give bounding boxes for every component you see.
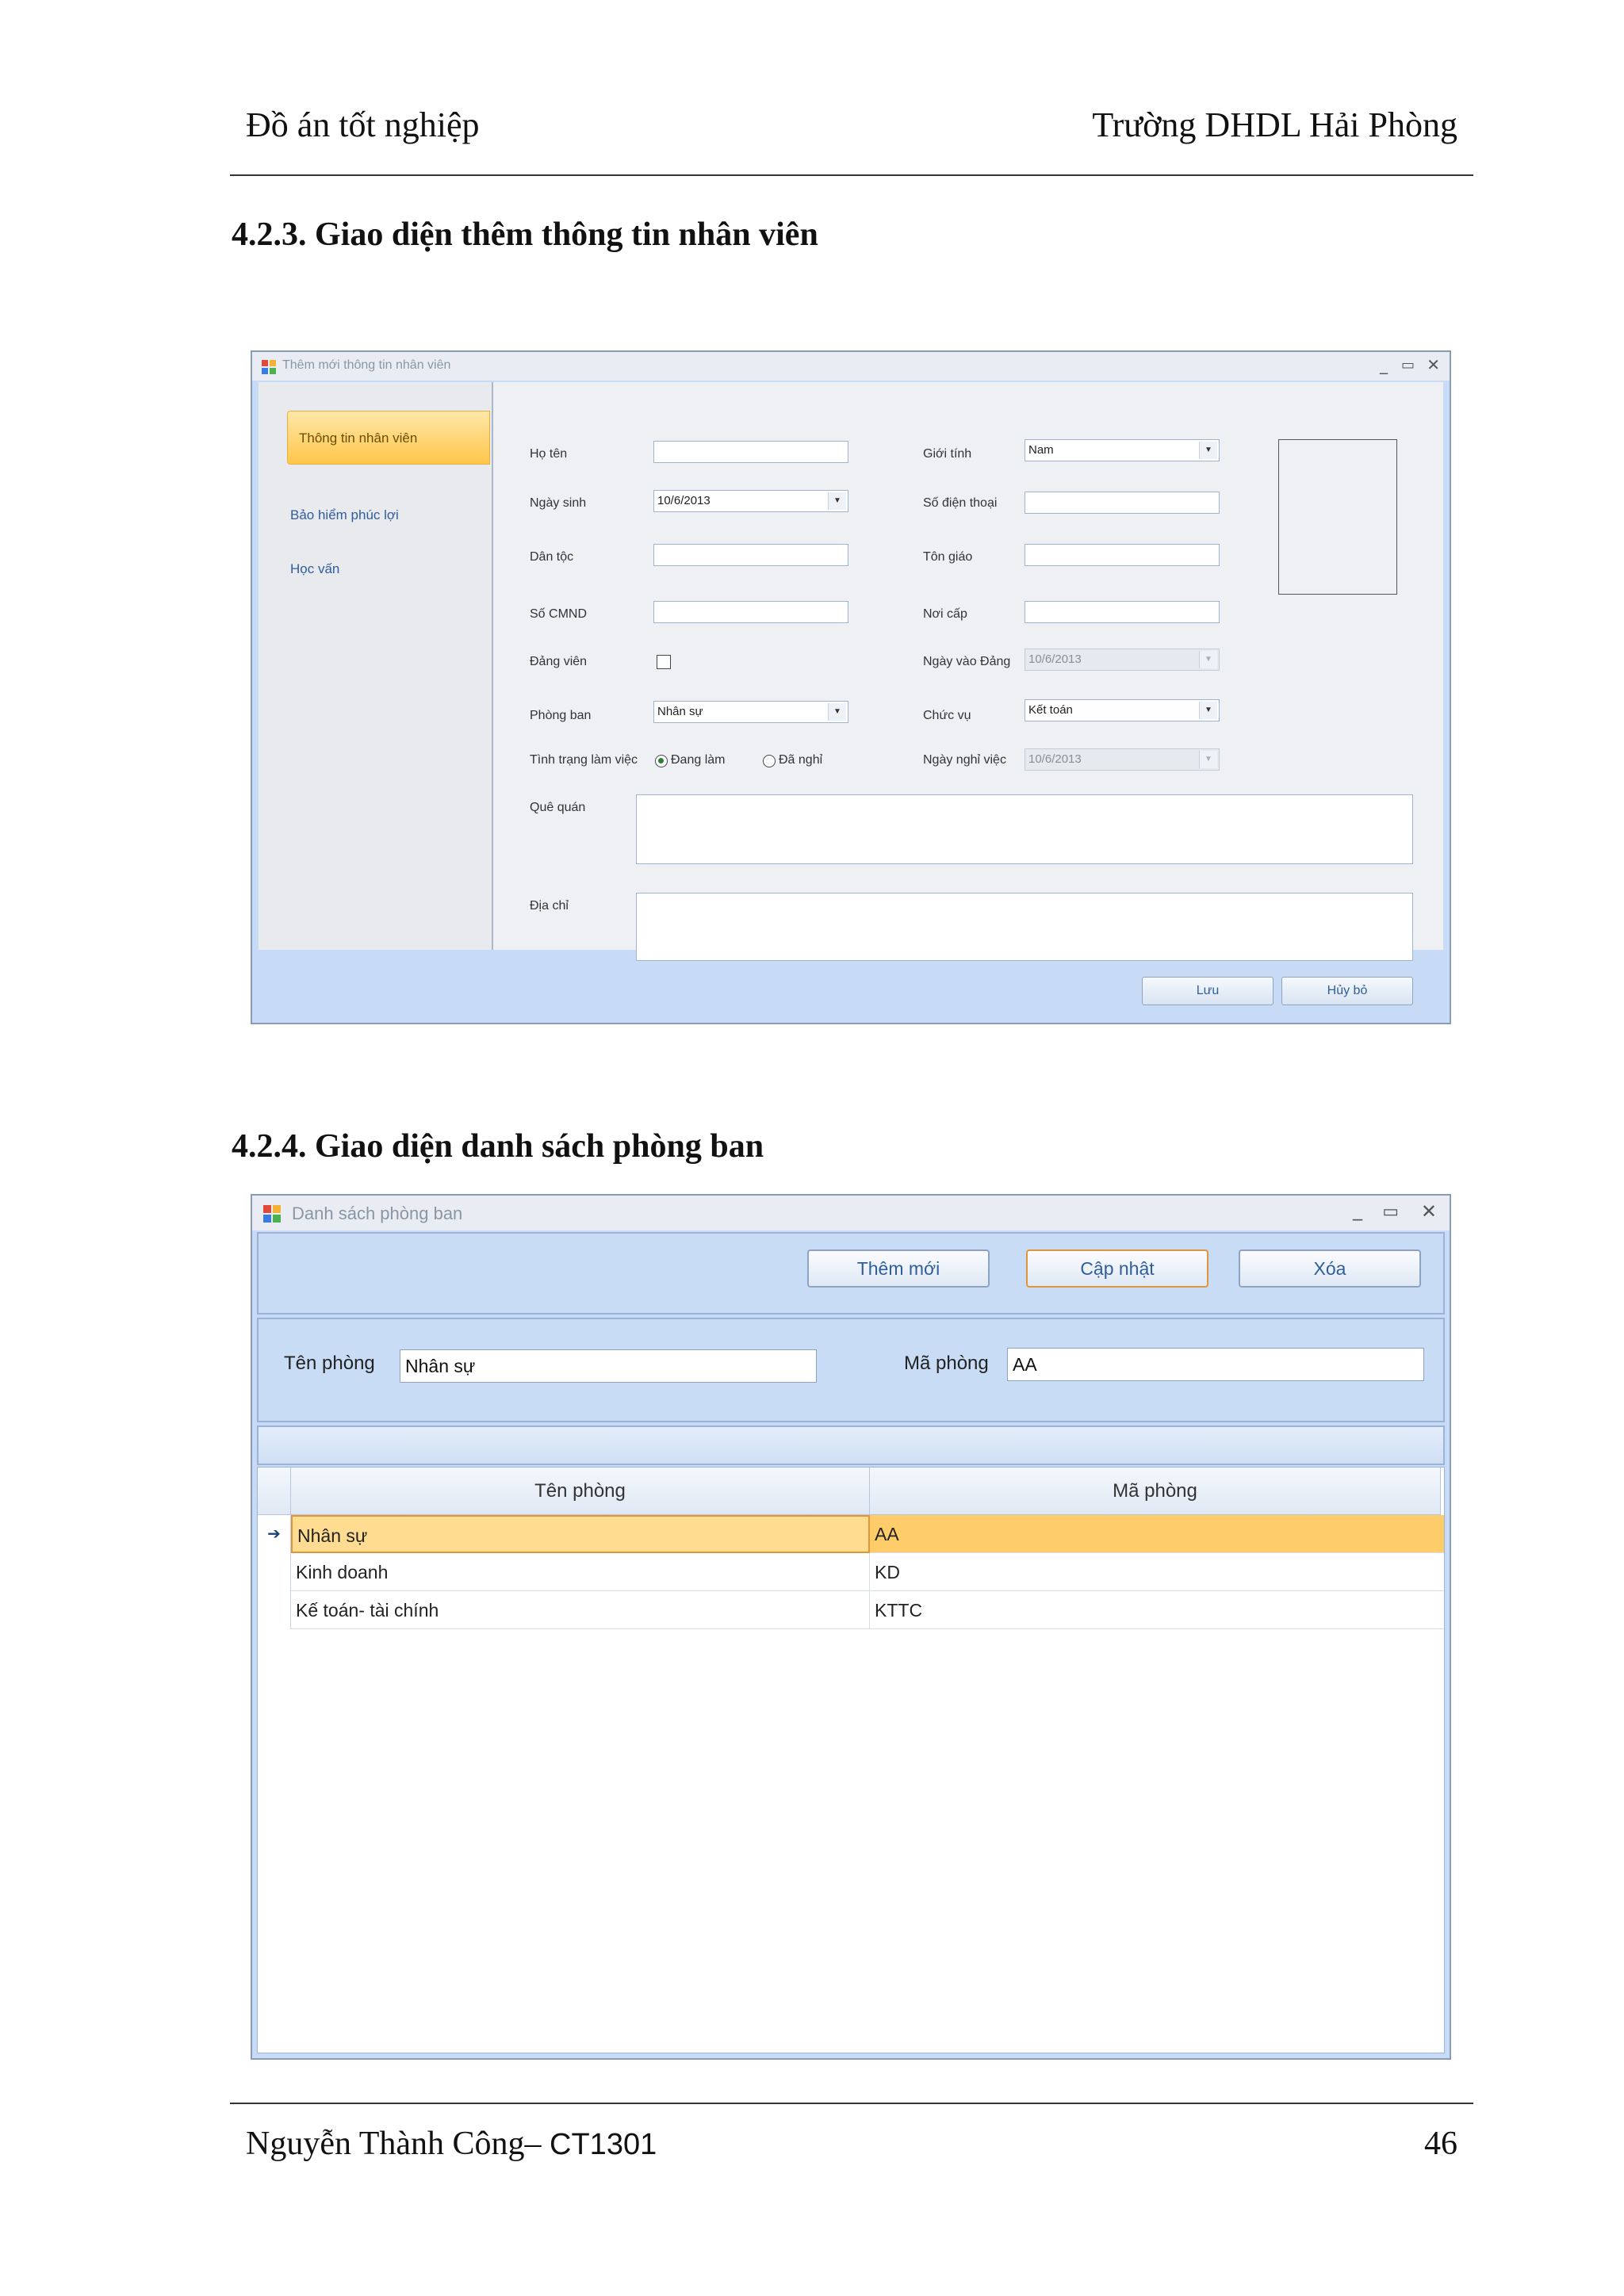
chuc-vu-select[interactable]: Kết toán ▼	[1025, 699, 1220, 721]
row-header	[258, 1591, 291, 1629]
maximize-icon[interactable]: ▭	[1382, 1202, 1399, 1222]
label-noi-cap: Nơi cấp	[923, 607, 967, 621]
current-row-arrow-icon: ➔	[258, 1515, 291, 1553]
noi-cap-input[interactable]	[1025, 601, 1220, 623]
table-row[interactable]: Kế toán- tài chính KTTC	[258, 1591, 1444, 1629]
ngay-sinh-picker[interactable]: 10/6/2013 ▼	[653, 490, 848, 512]
label-ngay-vao-dang: Ngày vào Đảng	[923, 655, 1011, 668]
department-grid[interactable]: Tên phòng Mã phòng ➔ Nhân sự AA Kinh doa…	[257, 1467, 1445, 2053]
row-header	[258, 1553, 291, 1591]
dropdown-arrow-icon[interactable]: ▼	[1199, 651, 1217, 668]
label-tinh-trang: Tình trạng làm việc	[530, 753, 638, 767]
label-ho-ten: Họ tên	[530, 447, 568, 461]
dia-chi-textarea[interactable]	[636, 893, 1413, 961]
column-header-ten-phong[interactable]: Tên phòng	[291, 1468, 870, 1515]
phong-ban-select[interactable]: Nhân sự ▼	[653, 701, 848, 723]
que-quan-textarea[interactable]	[636, 794, 1413, 864]
dropdown-arrow-icon[interactable]: ▼	[828, 703, 846, 721]
label-phong-ban: Phòng ban	[530, 709, 592, 722]
cell-ten-phong[interactable]: Nhân sự	[291, 1515, 870, 1553]
dropdown-arrow-icon[interactable]: ▼	[1199, 751, 1217, 768]
so-cmnd-input[interactable]	[653, 601, 848, 623]
label-dang-vien: Đảng viên	[530, 655, 588, 668]
cell-ma-phong[interactable]: KD	[870, 1553, 1441, 1591]
cell-ma-phong[interactable]: KTTC	[870, 1591, 1441, 1629]
edit-panel: Tên phòng Nhân sự Mã phòng AA	[257, 1318, 1445, 1422]
class-code: CT1301	[550, 2128, 657, 2161]
sidebar-item-thong-tin[interactable]: Thông tin nhân viên	[287, 411, 490, 465]
xoa-button[interactable]: Xóa	[1239, 1249, 1421, 1288]
label-chuc-vu: Chức vụ	[923, 709, 971, 722]
sidebar-item-bao-hiem[interactable]: Bảo hiểm phúc lợi	[290, 507, 399, 523]
dropdown-arrow-icon[interactable]: ▼	[1199, 702, 1217, 719]
header-right: Trường DHDL Hải Phòng	[1092, 105, 1457, 144]
ma-phong-label: Mã phòng	[904, 1353, 989, 1374]
employee-photo[interactable]	[1278, 439, 1397, 595]
employee-form-window: Thêm mới thông tin nhân viên _ ▭ ✕ Thông…	[251, 350, 1451, 1024]
label-so-dien-thoai: Số điện thoại	[923, 496, 998, 510]
ho-ten-input[interactable]	[653, 441, 848, 463]
dang-vien-checkbox[interactable]	[657, 655, 671, 669]
window-title: Danh sách phòng ban	[292, 1203, 463, 1223]
dang-lam-label: Đang làm	[671, 753, 726, 767]
luu-button[interactable]: Lưu	[1142, 977, 1274, 1005]
form-content: Thông tin nhân viên Bảo hiểm phúc lợi Họ…	[259, 382, 1443, 961]
ten-phong-label: Tên phòng	[284, 1353, 375, 1374]
dropdown-arrow-icon[interactable]: ▼	[1199, 442, 1217, 459]
header-left: Đồ án tốt nghiệp	[246, 105, 480, 144]
minimize-icon[interactable]: _	[1380, 355, 1388, 374]
close-icon[interactable]: ✕	[1427, 355, 1440, 374]
section-title-4-2-3: 4.2.3. Giao diện thêm thông tin nhân viê…	[232, 216, 818, 253]
author-name: Nguyễn Thành Công–	[246, 2126, 542, 2162]
maximize-icon[interactable]: ▭	[1401, 357, 1415, 373]
window-titlebar: Danh sách phòng ban _ ▭ ✕	[252, 1196, 1450, 1230]
ten-phong-input[interactable]: Nhân sự	[400, 1349, 817, 1383]
cell-ten-phong[interactable]: Kế toán- tài chính	[291, 1591, 870, 1629]
label-dia-chi: Địa chỉ	[530, 899, 569, 913]
label-ton-giao: Tôn giáo	[923, 550, 973, 564]
cell-ma-phong[interactable]: AA	[870, 1515, 1441, 1553]
section-title-4-2-4: 4.2.4. Giao diện danh sách phòng ban	[232, 1128, 764, 1165]
footer-author: Nguyễn Thành Công– CT1301	[246, 2125, 657, 2163]
dan-toc-input[interactable]	[653, 544, 848, 566]
ngay-vao-dang-picker[interactable]: 10/6/2013 ▼	[1025, 649, 1220, 671]
sidebar: Thông tin nhân viên Bảo hiểm phúc lợi Họ…	[259, 382, 493, 950]
huy-bo-button[interactable]: Hủy bỏ	[1281, 977, 1413, 1005]
da-nghi-radio[interactable]	[763, 755, 776, 767]
cap-nhat-button[interactable]: Cập nhật	[1026, 1249, 1208, 1288]
label-que-quan: Quê quán	[530, 801, 586, 814]
label-so-cmnd: Số CMND	[530, 607, 588, 621]
page-number: 46	[1424, 2126, 1457, 2162]
app-icon	[262, 360, 276, 374]
close-icon[interactable]: ✕	[1421, 1200, 1437, 1223]
minimize-icon[interactable]: _	[1353, 1199, 1362, 1221]
department-list-window: Danh sách phòng ban _ ▭ ✕ Thêm mới Cập n…	[251, 1194, 1451, 2060]
dropdown-arrow-icon[interactable]: ▼	[828, 492, 846, 510]
ma-phong-input[interactable]: AA	[1007, 1348, 1424, 1381]
sidebar-item-hoc-van[interactable]: Học vấn	[290, 561, 339, 577]
header-rule	[230, 174, 1473, 176]
ton-giao-input[interactable]	[1025, 544, 1220, 566]
app-icon	[263, 1205, 281, 1223]
da-nghi-label: Đã nghỉ	[779, 753, 823, 767]
them-moi-button[interactable]: Thêm mới	[807, 1249, 990, 1288]
grid-corner	[258, 1468, 291, 1515]
window-titlebar: Thêm mới thông tin nhân viên _ ▭ ✕	[252, 352, 1450, 381]
cell-ten-phong[interactable]: Kinh doanh	[291, 1553, 870, 1591]
footer-rule	[230, 2103, 1473, 2104]
table-row[interactable]: Kinh doanh KD	[258, 1553, 1444, 1591]
dang-lam-radio[interactable]	[655, 755, 668, 767]
toolbar-panel: Thêm mới Cập nhật Xóa	[257, 1232, 1445, 1314]
window-title: Thêm mới thông tin nhân viên	[282, 358, 451, 372]
label-ngay-nghi-viec: Ngày nghỉ việc	[923, 753, 1006, 767]
column-header-ma-phong[interactable]: Mã phòng	[870, 1468, 1441, 1515]
gioi-tinh-select[interactable]: Nam ▼	[1025, 439, 1220, 461]
label-ngay-sinh: Ngày sinh	[530, 496, 587, 510]
table-row[interactable]: ➔ Nhân sự AA	[258, 1515, 1444, 1553]
so-dien-thoai-input[interactable]	[1025, 492, 1220, 514]
ngay-nghi-viec-picker[interactable]: 10/6/2013 ▼	[1025, 748, 1220, 771]
label-dan-toc: Dân tộc	[530, 550, 574, 564]
group-panel	[257, 1425, 1445, 1465]
label-gioi-tinh: Giới tính	[923, 447, 972, 461]
